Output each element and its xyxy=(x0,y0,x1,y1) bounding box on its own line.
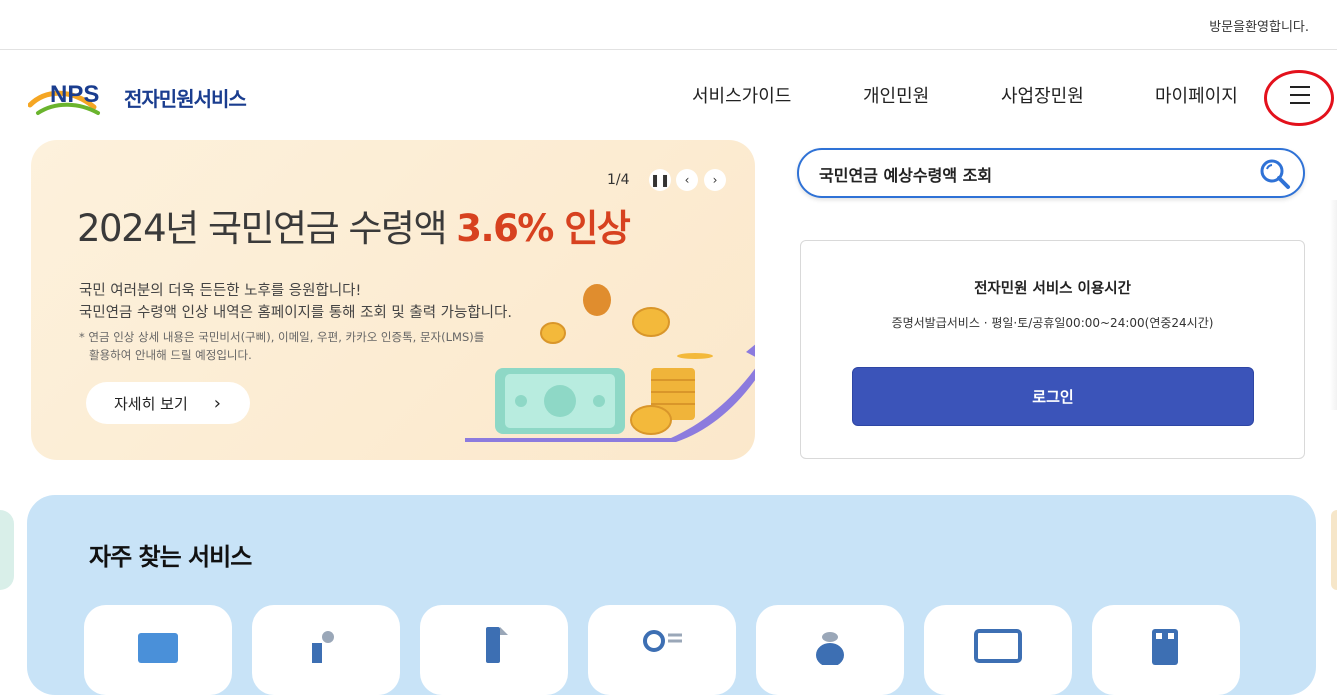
service-card[interactable] xyxy=(420,605,568,695)
banner-title-prefix: 2024년 국민연금 수령액 xyxy=(77,207,457,250)
nav-item-mypage[interactable]: 마이페이지 xyxy=(1155,82,1238,108)
service-card[interactable] xyxy=(924,605,1072,695)
site-logo[interactable]: NPS 전자민원서비스 xyxy=(28,75,247,119)
pause-icon[interactable]: ❚❚ xyxy=(649,169,671,191)
search-bar xyxy=(797,148,1305,198)
site-header: NPS 전자민원서비스 서비스가이드 개인민원 사업장민원 마이페이지 xyxy=(0,50,1337,140)
banner-pager: 1/4 xyxy=(607,172,630,188)
frequent-services-section: 자주 찾는 서비스 xyxy=(27,495,1316,695)
banner-title: 2024년 국민연금 수령액 3.6% 인상 xyxy=(77,198,631,252)
service-card[interactable] xyxy=(756,605,904,695)
hamburger-menu-icon[interactable] xyxy=(1288,84,1312,106)
service-card[interactable] xyxy=(84,605,232,695)
top-utility-bar: 방문을환영합니다. xyxy=(0,0,1337,50)
building-icon xyxy=(1152,629,1178,665)
nps-logo-icon: NPS xyxy=(28,81,100,115)
person-search-icon xyxy=(643,630,682,652)
money-bag-icon xyxy=(816,632,844,665)
chevron-left-icon[interactable]: ‹ xyxy=(676,169,698,191)
more-details-button[interactable]: 자세히 보기 › xyxy=(86,382,250,424)
search-input[interactable] xyxy=(819,164,1239,183)
nav-item-personal[interactable]: 개인민원 xyxy=(863,82,929,108)
file-icon xyxy=(486,627,508,663)
carousel-next-edge xyxy=(1331,510,1337,590)
promo-banner[interactable]: 1/4 ❚❚ ‹ › 2024년 국민연금 수령액 3.6% 인상 국민 여러분… xyxy=(31,140,755,460)
brand-name: 전자민원서비스 xyxy=(124,86,247,111)
nav-item-business[interactable]: 사업장민원 xyxy=(1001,82,1084,108)
document-icon xyxy=(138,633,178,663)
service-hours-panel: 전자민원 서비스 이용시간 증명서발급서비스 · 평일·토/공휴일00:00~2… xyxy=(800,240,1305,459)
carousel-edge-shadow xyxy=(1330,200,1337,410)
hand-coin-icon xyxy=(312,631,334,663)
banner-desc-2: 국민연금 수령액 인상 내역은 홈페이지를 통해 조회 및 출력 가능합니다. xyxy=(79,305,512,321)
money-growth-illustration xyxy=(465,284,755,442)
logo-text: NPS xyxy=(50,81,99,108)
service-hours-detail: 증명서발급서비스 · 평일·토/공휴일00:00~24:00(연중24시간) xyxy=(891,316,1214,330)
login-button[interactable]: 로그인 xyxy=(852,367,1254,426)
frequent-services-title: 자주 찾는 서비스 xyxy=(89,543,252,571)
nav-item-service-guide[interactable]: 서비스가이드 xyxy=(692,82,791,108)
service-card[interactable] xyxy=(252,605,400,695)
service-hours-title: 전자민원 서비스 이용시간 xyxy=(974,281,1131,297)
more-details-label: 자세히 보기 xyxy=(114,394,188,413)
banner-note-2: 활용하여 안내해 드릴 예정입니다. xyxy=(89,348,252,362)
chevron-right-icon: › xyxy=(213,392,221,414)
chevron-right-icon[interactable]: › xyxy=(704,169,726,191)
service-card[interactable] xyxy=(588,605,736,695)
search-icon[interactable] xyxy=(1259,158,1291,190)
carousel-prev-edge xyxy=(0,510,14,590)
banner-desc-1: 국민 여러분의 더욱 든든한 노후를 응원합니다! xyxy=(79,283,362,299)
banner-title-highlight: 3.6% 인상 xyxy=(456,207,631,250)
service-card[interactable] xyxy=(1092,605,1240,695)
banner-note-1: * 연금 인상 상세 내용은 국민비서(구삐), 이메일, 우편, 카카오 인증… xyxy=(79,330,485,344)
welcome-text: 방문을환영합니다. xyxy=(1209,20,1309,35)
monitor-icon xyxy=(974,629,1022,663)
